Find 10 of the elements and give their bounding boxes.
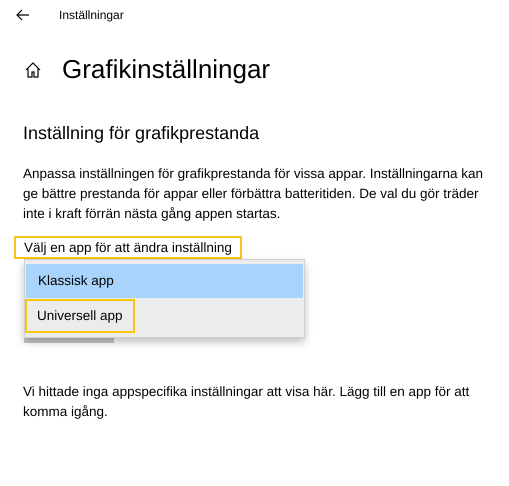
page-title: Grafikinställningar — [62, 54, 270, 85]
empty-message: Vi hittade inga appspecifika inställningar att visa här. Lägg till en app för att komma igång. — [23, 383, 470, 421]
description: Anpassa inställningen för grafikprestanda för vissa appar. Inställningarna kan ge bättre prestanda för appar eller förbättra batteritiden. De val du gör träder inte i kraft förrän nästa gång appen startas. — [23, 165, 484, 223]
dropdown-label: Välj en app för att ändra inställning — [14, 236, 242, 259]
dropdown-option[interactable]: Universell app — [25, 299, 135, 333]
back-icon[interactable] — [16, 9, 30, 21]
dropdown-option[interactable]: Klassisk app — [26, 264, 303, 298]
home-icon[interactable] — [24, 60, 42, 78]
window-title: Inställningar — [59, 8, 124, 22]
section-title: Inställning för grafikprestanda — [23, 123, 260, 144]
